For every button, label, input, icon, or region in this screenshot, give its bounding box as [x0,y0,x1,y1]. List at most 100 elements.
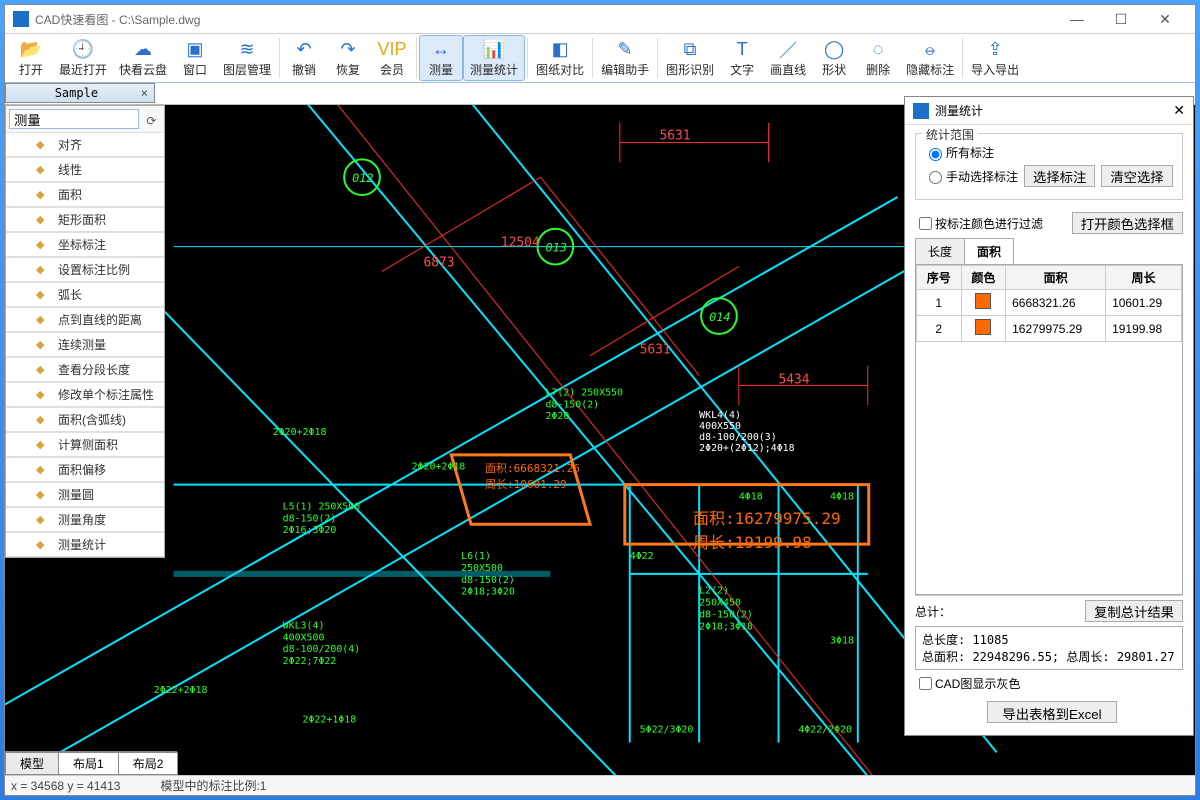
sidebar-item[interactable]: ◆面积 [6,182,164,207]
toolbar-图纸对比[interactable]: ◧图纸对比 [530,35,590,81]
tab-close-icon[interactable]: × [141,86,148,100]
sidebar-item[interactable]: ◆设置标注比例 [6,257,164,282]
scope-legend: 统计范围 [922,126,978,143]
layout-tab[interactable]: 布局1 [58,752,119,775]
maximize-button[interactable]: ☐ [1099,5,1143,33]
sidebar-item[interactable]: ◆面积(含弧线) [6,407,164,432]
svg-text:d8-150(2): d8-150(2) [461,575,515,586]
toolbar-打开[interactable]: 📂打开 [9,35,53,81]
color-swatch [975,293,991,309]
sidebar-item[interactable]: ◆连续测量 [6,332,164,357]
toolbar-icon: ✎ [618,39,633,61]
toolbar-撤销[interactable]: ↶撤销 [282,35,326,81]
toolbar-编辑助手[interactable]: ✎编辑助手 [595,35,655,81]
toolbar-label: 编辑助手 [601,61,649,78]
svg-text:014: 014 [709,310,730,324]
toolbar: 📂打开🕘最近打开☁快看云盘▣窗口≋图层管理↶撤销↷恢复VIP会员↔测量📊测量统计… [5,33,1195,83]
toolbar-快看云盘[interactable]: ☁快看云盘 [113,35,173,81]
toolbar-icon: ／ [779,39,797,61]
toolbar-隐藏标注[interactable]: ⦵隐藏标注 [900,35,960,81]
sidebar-item[interactable]: ◆矩形面积 [6,207,164,232]
sidebar-item[interactable]: ◆线性 [6,157,164,182]
sidebar-item[interactable]: ◆测量角度 [6,507,164,532]
minimize-button[interactable]: — [1055,5,1099,33]
toolbar-删除[interactable]: ◌删除 [856,35,900,81]
filter-by-color-checkbox[interactable] [919,217,932,230]
toolbar-画直线[interactable]: ／画直线 [764,35,812,81]
toolbar-icon: 📂 [20,39,42,61]
filter-by-color-label: 按标注颜色进行过滤 [935,215,1043,232]
copy-totals-button[interactable]: 复制总计结果 [1085,600,1183,622]
sidebar-item-icon: ◆ [36,338,54,351]
svg-text:5631: 5631 [640,343,671,358]
toolbar-icon: ↶ [297,39,312,61]
toolbar-最近打开[interactable]: 🕘最近打开 [53,35,113,81]
toolbar-文字[interactable]: T文字 [720,35,764,81]
sidebar-item-label: 设置标注比例 [58,261,130,278]
table-header: 颜色 [961,266,1006,290]
export-excel-button[interactable]: 导出表格到Excel [987,701,1116,723]
svg-text:5434: 5434 [778,372,809,387]
layout-tab[interactable]: 布局2 [118,752,179,775]
sidebar-item[interactable]: ◆修改单个标注属性 [6,382,164,407]
svg-text:L6(1): L6(1) [461,551,491,562]
tab-area[interactable]: 面积 [964,238,1014,264]
tab-length[interactable]: 长度 [915,238,965,264]
status-scale: 模型中的标注比例:1 [160,777,266,794]
svg-text:12504: 12504 [501,236,540,251]
measure-sidebar: ⟳ ◆对齐◆线性◆面积◆矩形面积◆坐标标注◆设置标注比例◆弧长◆点到直线的距离◆… [5,105,165,558]
sidebar-item-icon: ◆ [36,363,54,376]
toolbar-窗口[interactable]: ▣窗口 [173,35,217,81]
sidebar-item[interactable]: ◆弧长 [6,282,164,307]
svg-text:4Φ22: 4Φ22 [630,551,654,562]
sidebar-item[interactable]: ◆坐标标注 [6,232,164,257]
svg-text:4Φ18: 4Φ18 [830,491,854,502]
sidebar-item[interactable]: ◆测量圆 [6,482,164,507]
toolbar-测量统计[interactable]: 📊测量统计 [463,35,525,81]
toolbar-会员[interactable]: VIP会员 [370,35,414,81]
refresh-icon[interactable]: ⟳ [142,114,160,128]
sidebar-item[interactable]: ◆计算侧面积 [6,432,164,457]
svg-text:WKL3(4): WKL3(4) [283,620,325,631]
svg-text:L7(2) 250X550: L7(2) 250X550 [545,387,623,398]
toolbar-icon: ⦵ [923,39,938,61]
open-color-picker-button[interactable]: 打开颜色选择框 [1072,212,1183,234]
toolbar-形状[interactable]: ◯形状 [812,35,856,81]
svg-text:d8-100/200(3): d8-100/200(3) [699,432,777,443]
titlebar: CAD快速看图 - C:\Sample.dwg — ☐ ✕ [5,5,1195,33]
toolbar-图层管理[interactable]: ≋图层管理 [217,35,277,81]
sidebar-search-input[interactable] [9,109,139,129]
sidebar-item[interactable]: ◆点到直线的距离 [6,307,164,332]
svg-text:d8-100/200(4): d8-100/200(4) [283,644,361,655]
sidebar-item[interactable]: ◆对齐 [6,132,164,157]
sidebar-item-icon: ◆ [36,438,54,451]
toolbar-图形识别[interactable]: ⧉图形识别 [660,35,720,81]
toolbar-导入导出[interactable]: ⇪导入导出 [965,35,1025,81]
show-cad-gray-checkbox[interactable] [919,677,932,690]
close-button[interactable]: ✕ [1143,5,1187,33]
radio-all-annotations[interactable] [929,148,942,161]
toolbar-label: 画直线 [770,61,806,78]
layout-tab[interactable]: 模型 [5,752,59,775]
status-xy: x = 34568 y = 41413 [11,779,120,793]
select-annotations-button[interactable]: 选择标注 [1024,165,1095,187]
svg-text:5Φ22/3Φ20: 5Φ22/3Φ20 [640,725,694,736]
toolbar-label: 隐藏标注 [906,61,954,78]
toolbar-label: 图形识别 [666,61,714,78]
document-tab[interactable]: Sample × [5,83,155,103]
layout-tabs: 模型布局1布局2 [5,751,177,775]
sidebar-item-icon: ◆ [36,163,54,176]
sidebar-item[interactable]: ◆查看分段长度 [6,357,164,382]
panel-close-icon[interactable]: ✕ [1173,102,1185,119]
toolbar-测量[interactable]: ↔测量 [419,35,463,81]
sidebar-item[interactable]: ◆面积偏移 [6,457,164,482]
table-row[interactable]: 16668321.2610601.29 [917,290,1182,316]
toolbar-icon: ▣ [187,39,204,61]
radio-manual-select[interactable] [929,171,942,184]
sidebar-item-label: 测量角度 [58,511,106,528]
table-row[interactable]: 216279975.2919199.98 [917,316,1182,342]
clear-selection-button[interactable]: 清空选择 [1101,165,1172,187]
sidebar-item[interactable]: ◆测量统计 [6,532,164,557]
toolbar-恢复[interactable]: ↷恢复 [326,35,370,81]
toolbar-icon: ↷ [341,39,356,61]
